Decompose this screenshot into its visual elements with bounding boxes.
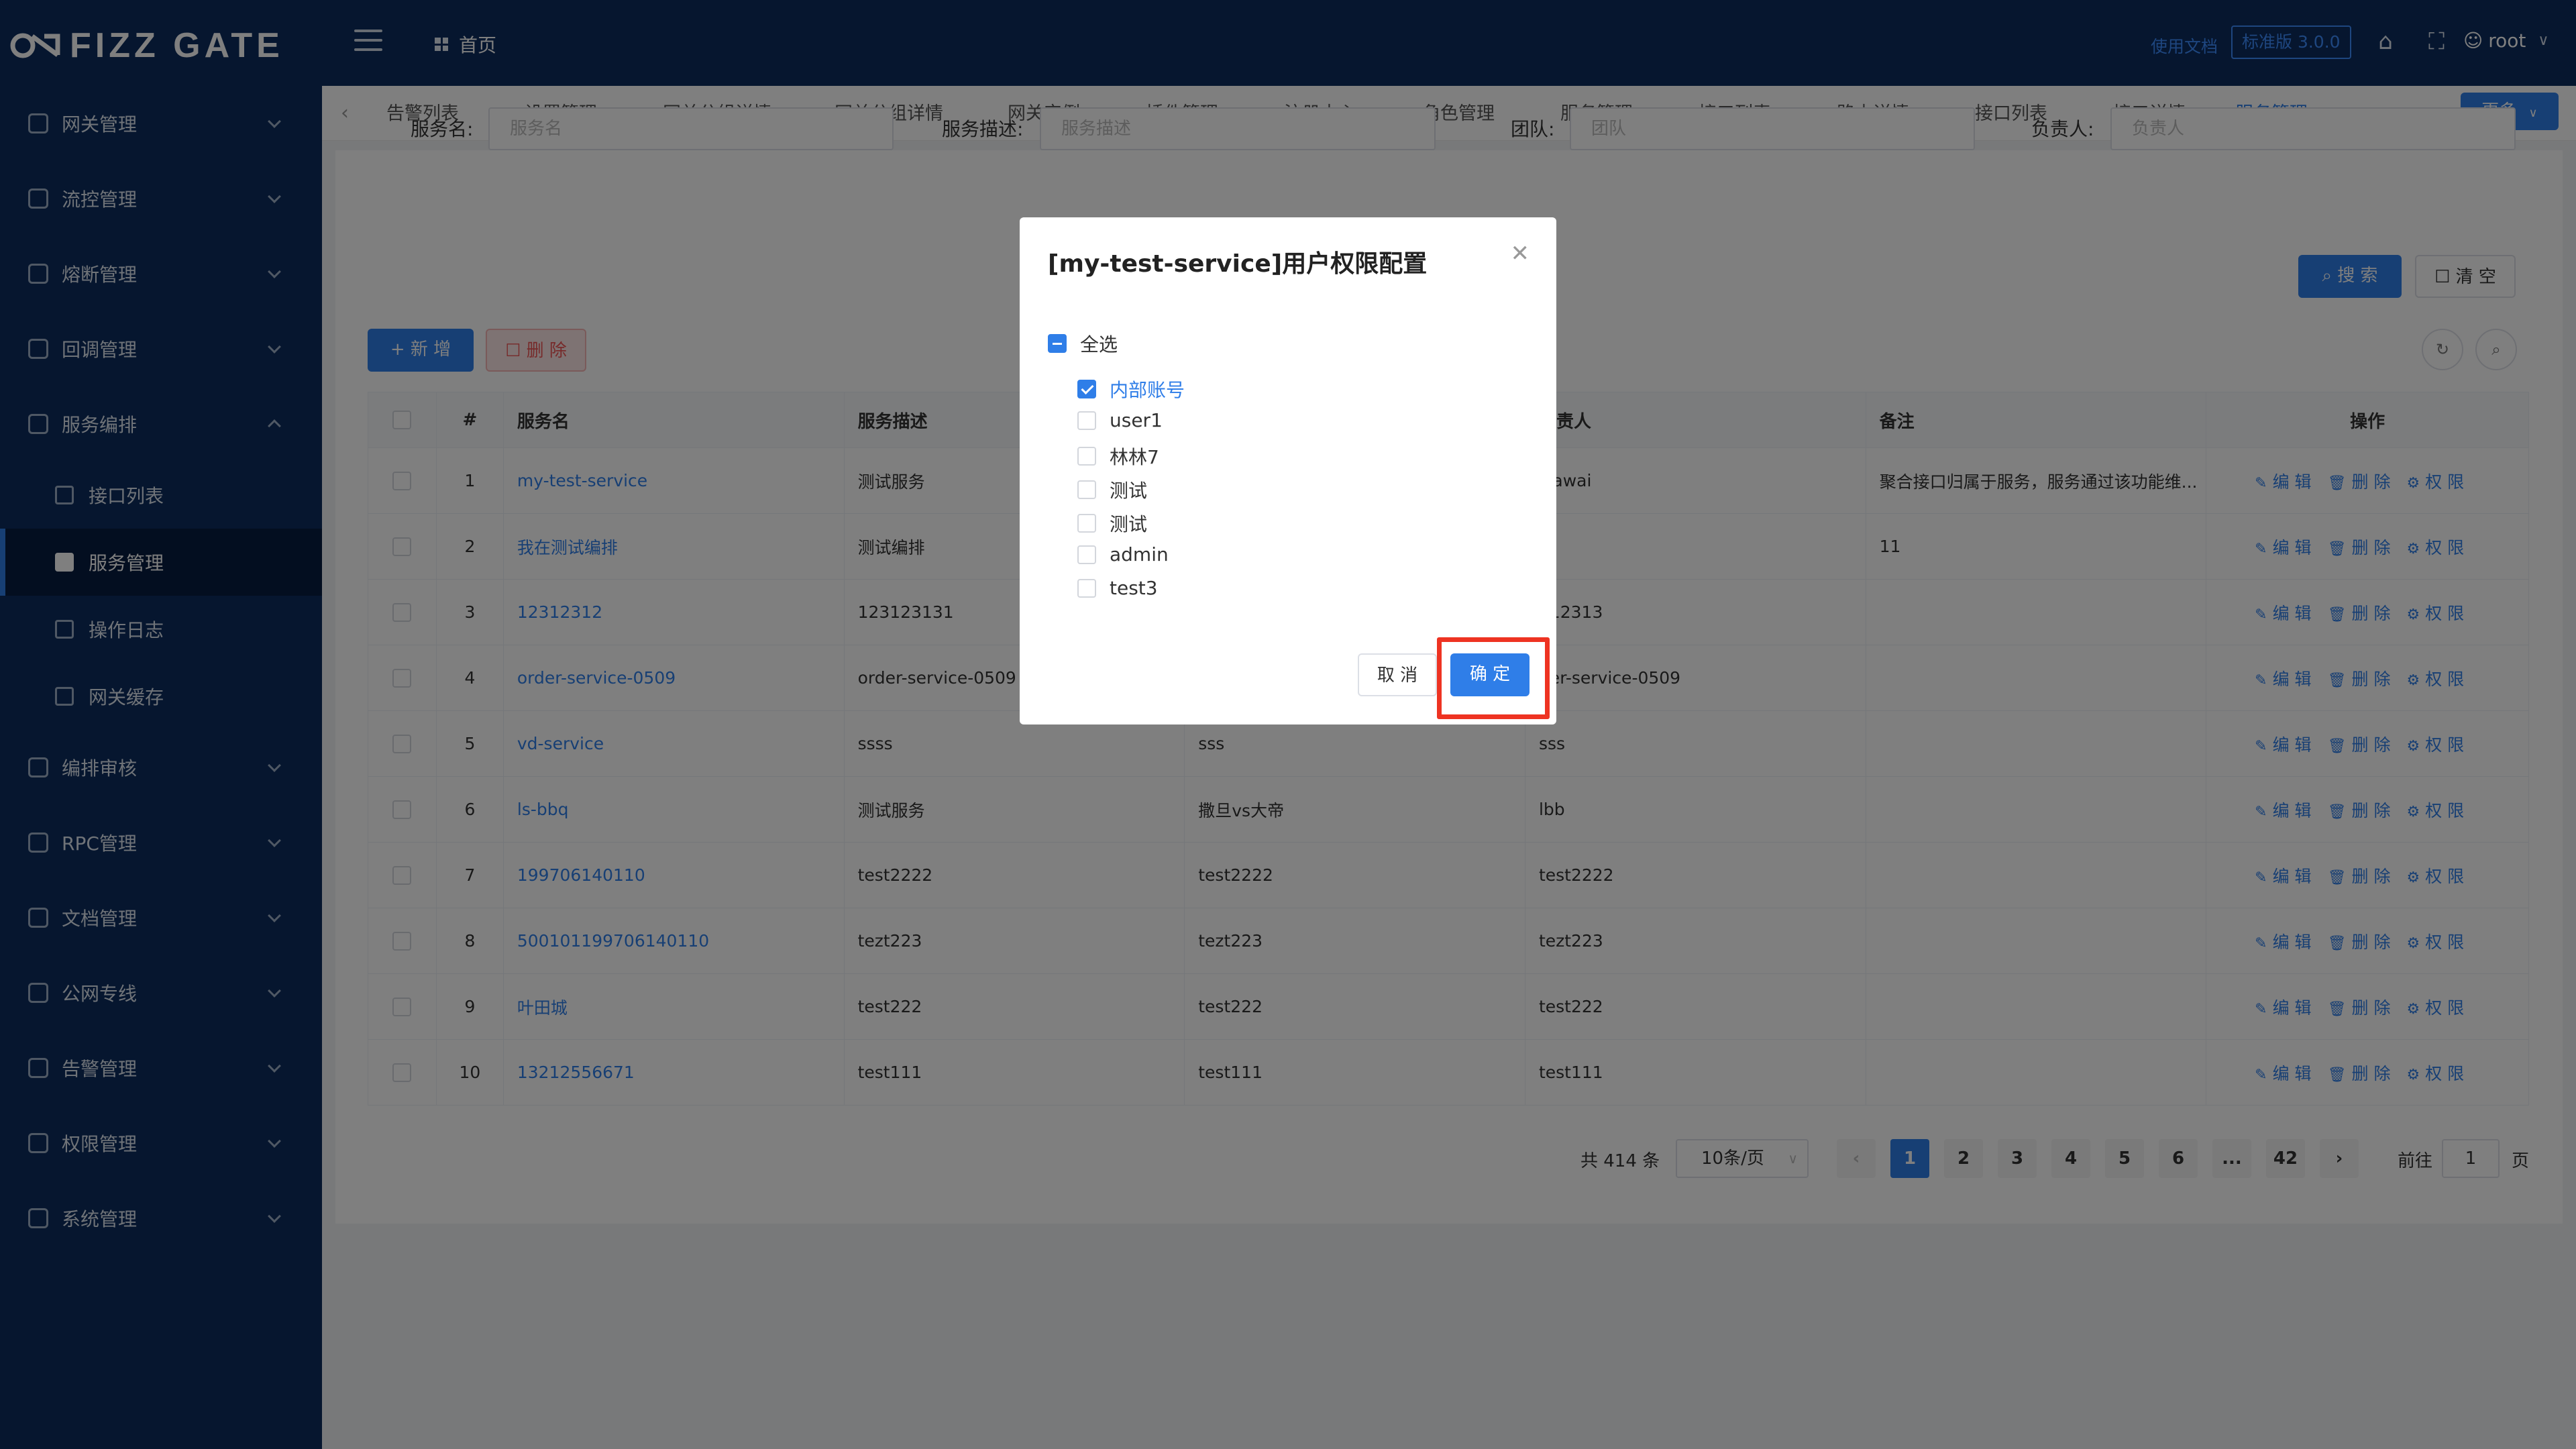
user-checkbox[interactable] <box>1077 447 1096 466</box>
dialog-title: [my-test-service]用户权限配置 <box>1048 250 1428 278</box>
user-option[interactable]: 测试 <box>1077 476 1147 503</box>
user-option[interactable]: user1 <box>1077 409 1163 431</box>
user-option[interactable]: test3 <box>1077 577 1158 599</box>
user-label: 林林7 <box>1110 446 1159 468</box>
select-all-option[interactable]: 全选 <box>1048 330 1118 357</box>
user-option[interactable]: 内部账号 <box>1077 376 1185 402</box>
user-label: 测试 <box>1110 513 1148 535</box>
user-checkbox[interactable] <box>1077 545 1096 564</box>
close-icon[interactable]: ✕ <box>1511 240 1530 267</box>
user-label: 内部账号 <box>1110 379 1185 401</box>
user-label: 测试 <box>1110 480 1148 502</box>
user-checkbox[interactable] <box>1077 480 1096 499</box>
select-all-checkbox[interactable] <box>1048 334 1067 353</box>
user-label: admin <box>1110 543 1169 566</box>
user-checkbox[interactable] <box>1077 411 1096 430</box>
user-checkbox[interactable] <box>1077 380 1096 398</box>
user-option[interactable]: 测试 <box>1077 510 1147 537</box>
user-label: user1 <box>1110 409 1163 431</box>
select-all-label: 全选 <box>1080 333 1118 356</box>
user-option[interactable]: 林林7 <box>1077 443 1159 470</box>
user-checkbox[interactable] <box>1077 578 1096 598</box>
user-checkbox[interactable] <box>1077 514 1096 533</box>
user-option[interactable]: admin <box>1077 543 1169 566</box>
user-label: test3 <box>1110 577 1158 599</box>
confirm-highlight-box <box>1437 637 1550 719</box>
cancel-button[interactable]: 取 消 <box>1358 653 1437 696</box>
